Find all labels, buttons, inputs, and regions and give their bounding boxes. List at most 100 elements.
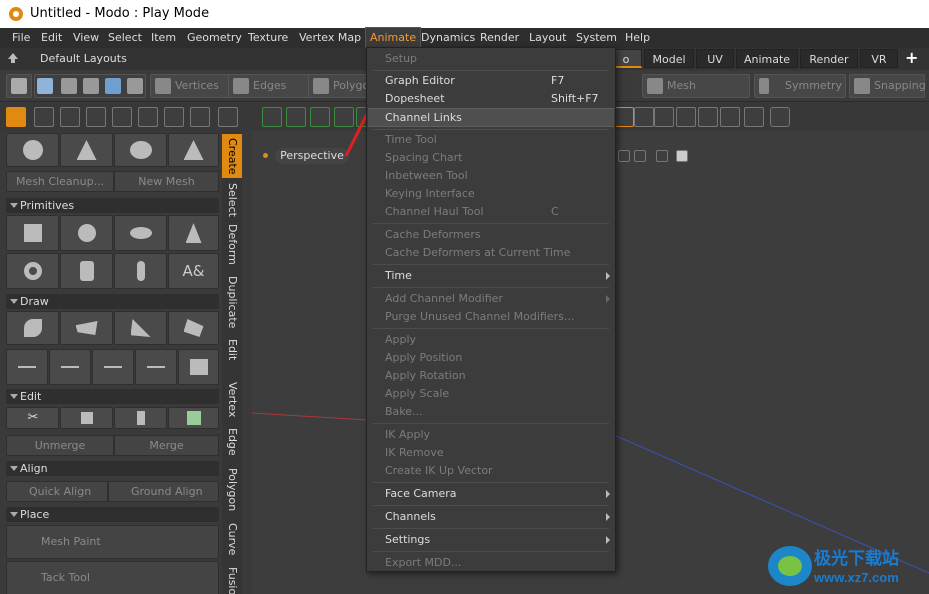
torus-button[interactable] — [6, 253, 59, 289]
menu-channels[interactable]: Channels — [385, 509, 436, 525]
tab-polygon[interactable]: Polygon — [222, 467, 242, 513]
mesh-tool-c-button[interactable] — [114, 133, 167, 167]
text-tool-button[interactable]: A& — [168, 253, 219, 289]
deformer-select-icon[interactable] — [676, 107, 696, 127]
unmerge-button[interactable]: Unmerge — [6, 435, 114, 456]
instance-button[interactable] — [168, 407, 219, 429]
render-tools-icon[interactable] — [190, 107, 210, 127]
paste-button[interactable] — [114, 407, 167, 429]
default-layouts-label[interactable]: Default Layouts — [40, 48, 127, 70]
collapse-up-icon[interactable] — [8, 53, 18, 63]
draw-tool-4-button[interactable] — [168, 311, 219, 345]
edges-mode-button[interactable]: Edges — [228, 74, 310, 98]
tab-render[interactable]: Render — [800, 49, 858, 68]
snapping-button[interactable]: Snapping — [849, 74, 926, 98]
menu-help[interactable]: Help — [621, 28, 654, 48]
transform-icon[interactable] — [286, 107, 306, 127]
vertices-mode-button[interactable]: Vertices — [150, 74, 232, 98]
menu-view[interactable]: View — [69, 28, 103, 48]
menu-dynamics[interactable]: Dynamics — [417, 28, 479, 48]
tab-uv[interactable]: UV — [696, 49, 734, 68]
menu-settings[interactable]: Settings — [385, 532, 430, 548]
copy-button[interactable] — [60, 407, 113, 429]
align-header[interactable]: Align — [6, 461, 219, 476]
camera-icon[interactable] — [720, 107, 740, 127]
cut-button[interactable]: ✂ — [6, 407, 59, 429]
clock-tools-icon[interactable] — [138, 107, 158, 127]
mesh-tool-b-button[interactable] — [60, 133, 113, 167]
curve-tool-2-button[interactable] — [49, 349, 91, 385]
rig-tools-icon[interactable] — [164, 107, 184, 127]
draw-tool-1-button[interactable] — [6, 311, 59, 345]
menu-animate[interactable]: Animate — [364, 27, 422, 49]
menu-render[interactable]: Render — [476, 28, 523, 48]
tab-duplicate[interactable]: Duplicate — [222, 271, 242, 333]
menu-graph-editor[interactable]: Graph Editor — [385, 73, 455, 89]
fill-tools-icon[interactable] — [86, 107, 106, 127]
new-mesh-button[interactable]: New Mesh — [114, 171, 219, 192]
tab-edit[interactable]: Edit — [222, 337, 242, 363]
draw-tool-3-button[interactable] — [114, 311, 167, 345]
add-item-icon[interactable] — [770, 107, 790, 127]
menu-file[interactable]: File — [8, 28, 34, 48]
mesh-tool-d-button[interactable] — [168, 133, 219, 167]
tab-edge[interactable]: Edge — [222, 427, 242, 457]
curve-tools-icon[interactable] — [60, 107, 80, 127]
menu-vertex-map[interactable]: Vertex Map — [295, 28, 365, 48]
mesh-paint-button[interactable]: Mesh Paint — [6, 525, 219, 559]
tab-deform[interactable]: Deform — [222, 223, 242, 265]
edit-header[interactable]: Edit — [6, 389, 219, 404]
tab-fusion[interactable]: Fusio — [222, 567, 242, 594]
quick-align-button[interactable]: Quick Align — [6, 481, 108, 502]
light-select-icon[interactable] — [614, 107, 634, 127]
frame-select-icon[interactable] — [744, 107, 764, 127]
locator-select-icon[interactable] — [634, 107, 654, 127]
cylinder-button[interactable] — [60, 253, 113, 289]
menu-face-camera[interactable]: Face Camera — [385, 486, 457, 502]
sphere-button[interactable] — [60, 215, 113, 251]
menu-texture[interactable]: Texture — [244, 28, 292, 48]
add-tab-button[interactable]: + — [905, 50, 918, 66]
grid-tools-icon[interactable] — [34, 107, 54, 127]
selection-mode-group[interactable] — [34, 74, 146, 98]
mesh-constraint-button[interactable]: Mesh Constraint — [642, 74, 750, 114]
merge-button[interactable]: Merge — [114, 435, 219, 456]
tab-vertex[interactable]: Vertex — [222, 381, 242, 419]
refresh-icon[interactable] — [218, 107, 238, 127]
tab-model[interactable]: Model — [644, 49, 694, 68]
ground-align-button[interactable]: Ground Align — [108, 481, 219, 502]
cone-button[interactable] — [168, 215, 219, 251]
symmetry-button[interactable]: Symmetry — [754, 74, 846, 98]
item-select-icon[interactable] — [262, 107, 282, 127]
group-select-icon[interactable] — [654, 107, 674, 127]
capsule-button[interactable] — [114, 215, 167, 251]
skeleton-select-icon[interactable] — [310, 107, 330, 127]
bone-select-icon[interactable] — [698, 107, 718, 127]
menu-layout[interactable]: Layout — [525, 28, 570, 48]
skeleton-tool-button[interactable] — [6, 74, 32, 98]
tab-animate[interactable]: Animate — [736, 49, 798, 68]
mesh-tool-a-button[interactable] — [6, 133, 59, 167]
tab-create[interactable]: Create — [222, 134, 242, 178]
shading-mode-icon[interactable] — [618, 150, 630, 162]
tack-tool-button[interactable]: Tack Tool — [6, 561, 219, 594]
wireframe-icon[interactable] — [634, 150, 646, 162]
viewport-options-dot[interactable] — [263, 153, 268, 158]
menu-geometry[interactable]: Geometry — [183, 28, 246, 48]
menu-channel-links[interactable]: Channel Links — [368, 108, 614, 127]
tab-vr[interactable]: VR — [860, 49, 898, 68]
menu-dopesheet[interactable]: Dopesheet — [385, 91, 445, 107]
tube-button[interactable] — [114, 253, 167, 289]
menu-system[interactable]: System — [572, 28, 621, 48]
draw-tool-2-button[interactable] — [60, 311, 113, 345]
texture-view-icon[interactable] — [656, 150, 668, 162]
menu-edit[interactable]: Edit — [37, 28, 66, 48]
menu-select[interactable]: Select — [104, 28, 146, 48]
place-header[interactable]: Place — [6, 507, 219, 522]
draw-header[interactable]: Draw — [6, 294, 219, 309]
curve-tool-1-button[interactable] — [6, 349, 48, 385]
render-view-icon[interactable] — [676, 150, 688, 162]
primitives-header[interactable]: Primitives — [6, 198, 219, 213]
curve-tool-4-button[interactable] — [135, 349, 177, 385]
menu-item[interactable]: Item — [147, 28, 180, 48]
